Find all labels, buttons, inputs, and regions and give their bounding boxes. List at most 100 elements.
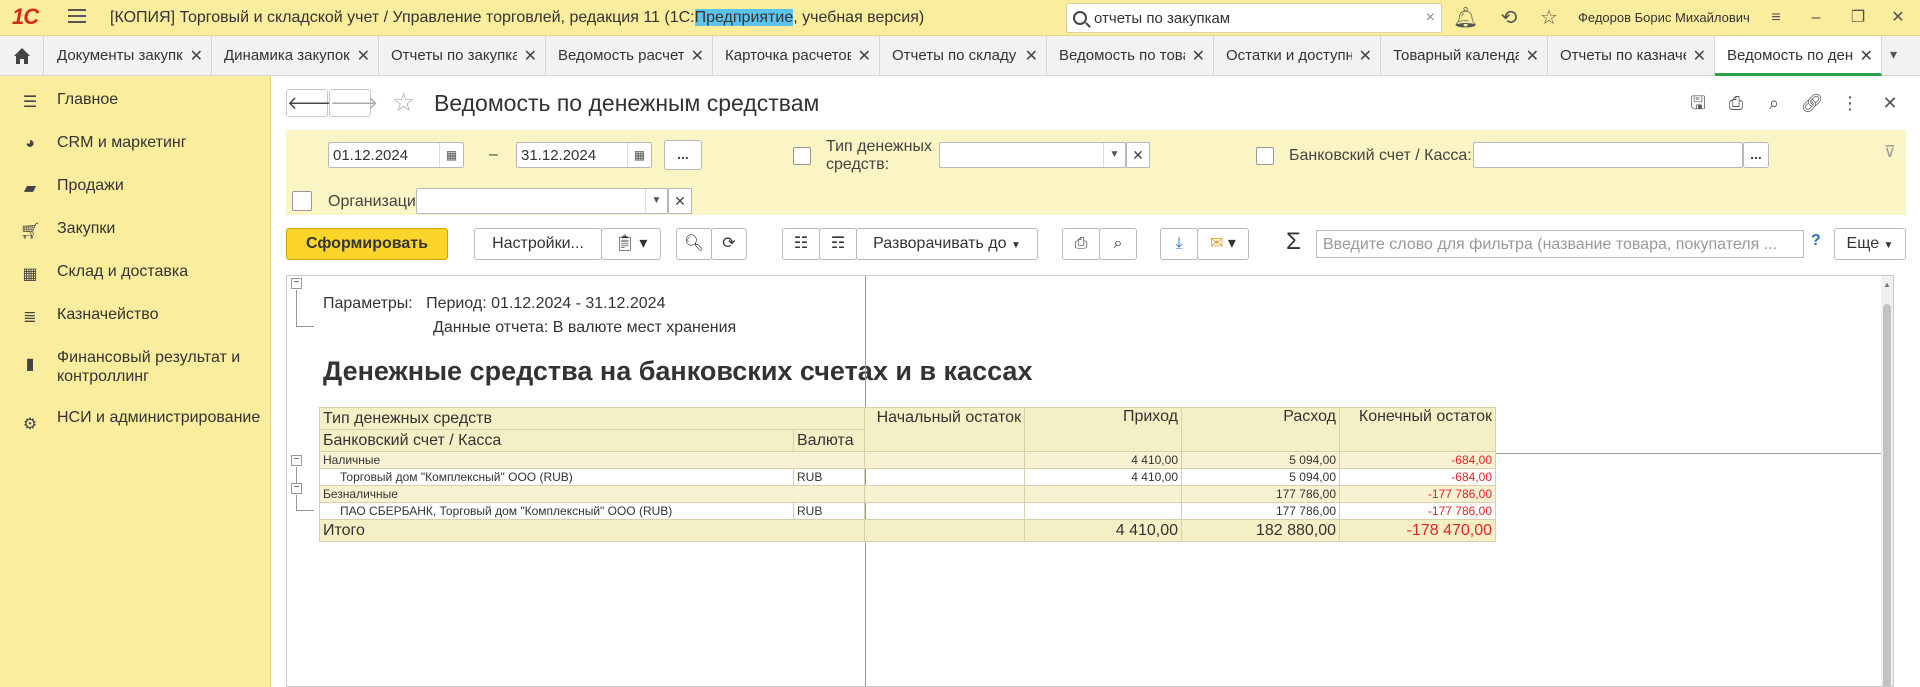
sidebar-item-sales[interactable]: ▰ Продажи: [0, 176, 271, 216]
tab-stock-availability[interactable]: Остатки и доступность✕: [1214, 36, 1381, 75]
calendar-icon[interactable]: ▦: [627, 143, 651, 167]
expand-groups-button[interactable]: ☶: [819, 228, 857, 260]
bank-account-field[interactable]: [1473, 142, 1743, 168]
report-filter-input[interactable]: Введите слово для фильтра (название това…: [1316, 230, 1804, 258]
collapse-group-icon[interactable]: −: [291, 455, 302, 466]
close-window-icon[interactable]: ✕: [1886, 6, 1910, 30]
tab-settlements[interactable]: Ведомость расчетов✕: [546, 36, 713, 75]
clear-search-icon[interactable]: ×: [1426, 9, 1435, 27]
close-tab-icon[interactable]: ✕: [1359, 46, 1372, 66]
table-row[interactable]: Наличные 4 410,00 5 094,00 -684,00: [319, 451, 1496, 469]
tab-purchase-reports[interactable]: Отчеты по закупкам ✕: [379, 36, 546, 75]
app-logo: 1С: [12, 4, 39, 29]
preview-icon[interactable]: ⌕: [1761, 90, 1787, 116]
favorite-star-icon[interactable]: ☆: [392, 87, 415, 118]
date-to-field[interactable]: 31.12.2024 ▦: [516, 142, 652, 168]
home-tab[interactable]: [0, 36, 44, 75]
tab-settlement-card[interactable]: Карточка расчетов ✕: [713, 36, 880, 75]
sidebar-item-admin[interactable]: ⚙ НСИ и администрирование: [0, 408, 271, 452]
tab-cash-statement[interactable]: Ведомость по денежным средствам✕: [1715, 36, 1882, 76]
date-from-field[interactable]: 01.12.2024 ▦: [328, 142, 464, 168]
close-tab-icon[interactable]: ✕: [1693, 46, 1706, 66]
close-tab-icon[interactable]: ✕: [1025, 46, 1038, 66]
sidebar-item-main[interactable]: ☰ Главное: [0, 90, 271, 130]
calendar-icon[interactable]: ▦: [439, 143, 463, 167]
expand-to-dropdown[interactable]: Разворачивать до ▼: [856, 228, 1038, 260]
bank-account-checkbox[interactable]: [1256, 147, 1274, 165]
print-icon[interactable]: ⎙: [1723, 90, 1749, 116]
period-select-button[interactable]: ...: [664, 140, 702, 170]
tab-dynamics[interactable]: Динамика закупок ✕: [212, 36, 379, 75]
close-tab-icon[interactable]: ✕: [691, 46, 704, 66]
back-button[interactable]: 🡐: [286, 89, 335, 117]
print-button[interactable]: ⎙: [1062, 228, 1100, 260]
sidebar-item-warehouse[interactable]: ▦ Склад и доставка: [0, 262, 271, 302]
menu-icon: ☰: [22, 94, 38, 111]
sidebar-item-purchases[interactable]: 🛒︎ Закупки: [0, 219, 271, 259]
close-tab-icon[interactable]: ✕: [1192, 46, 1205, 66]
forward-button[interactable]: 🡒: [329, 89, 378, 117]
tab-warehouse-reports[interactable]: Отчеты по складу ✕: [880, 36, 1047, 75]
variants-button[interactable]: 📋︎ ▾: [601, 228, 661, 260]
tab-documents[interactable]: Документы закупки ✕: [45, 36, 212, 75]
link-icon[interactable]: 🔗︎: [1799, 90, 1825, 116]
more-vertical-icon[interactable]: ⋮: [1837, 90, 1863, 116]
settings-menu-icon[interactable]: ≡: [1764, 6, 1788, 30]
close-tab-icon[interactable]: ✕: [858, 46, 871, 66]
sidebar-item-finance[interactable]: ▮ Финансовый результат и контроллинг: [0, 348, 271, 392]
bell-icon[interactable]: 🔔︎: [1453, 6, 1478, 30]
settings-button[interactable]: Настройки...: [474, 228, 602, 260]
close-tab-icon[interactable]: ✕: [1526, 46, 1539, 66]
global-search-input[interactable]: отчеты по закупкам ×: [1066, 3, 1442, 33]
tab-goods-calendar[interactable]: Товарный календарь✕: [1381, 36, 1548, 75]
close-form-icon[interactable]: ✕: [1877, 90, 1903, 116]
print-preview-button[interactable]: ⌕: [1099, 228, 1137, 260]
sidebar-item-treasury[interactable]: ≣ Казначейство: [0, 305, 271, 345]
filter-icon[interactable]: ⊽: [1884, 144, 1896, 162]
organization-clear-button[interactable]: ✕: [668, 188, 692, 214]
close-tab-icon[interactable]: ✕: [524, 46, 537, 66]
scroll-up-icon[interactable]: ▲: [1883, 280, 1891, 289]
collapse-group-icon[interactable]: −: [291, 483, 302, 494]
tab-goods-statement[interactable]: Ведомость по товарам✕: [1047, 36, 1214, 75]
cash-type-field[interactable]: ▼: [939, 142, 1126, 168]
more-button[interactable]: Еще ▼: [1834, 228, 1906, 260]
user-name[interactable]: Федоров Борис Михайлович: [1578, 10, 1750, 25]
tabs-more-chevron-icon[interactable]: ▾: [1890, 46, 1897, 63]
download-button[interactable]: ⤓: [1160, 228, 1198, 260]
cash-type-checkbox[interactable]: [793, 147, 811, 165]
bank-account-select-button[interactable]: ...: [1743, 142, 1769, 168]
table-row[interactable]: ПАО СБЕРБАНК, Торговый дом "Комплексный"…: [319, 502, 1496, 520]
sidebar-item-crm[interactable]: ◕ CRM и маркетинг: [0, 133, 271, 173]
search-button[interactable]: 🔍︎: [676, 228, 712, 260]
sum-icon[interactable]: Σ: [1286, 228, 1301, 256]
organization-field[interactable]: ▼: [416, 188, 668, 214]
list-expand-icon: ☶: [830, 235, 846, 252]
search-settings-button[interactable]: ⟳: [711, 228, 747, 260]
collapse-groups-button[interactable]: ☷: [782, 228, 820, 260]
cash-type-clear-button[interactable]: ✕: [1126, 142, 1150, 168]
table-row[interactable]: Безналичные 177 786,00 -177 786,00: [319, 485, 1496, 503]
vertical-scrollbar[interactable]: ▲: [1881, 276, 1893, 686]
table-row[interactable]: Торговый дом "Комплексный" ООО (RUB) RUB…: [319, 468, 1496, 486]
close-tab-icon[interactable]: ✕: [1860, 46, 1873, 66]
close-tab-icon[interactable]: ✕: [357, 46, 370, 66]
scrollbar-thumb[interactable]: [1883, 304, 1891, 686]
restore-icon[interactable]: ❐: [1846, 6, 1870, 30]
tab-treasury-reports[interactable]: Отчеты по казначейству✕: [1548, 36, 1715, 75]
favorites-star-icon[interactable]: ☆: [1537, 6, 1561, 30]
chevron-down-icon[interactable]: ▼: [1103, 143, 1125, 167]
main-menu-icon[interactable]: [68, 9, 86, 27]
collapse-params-icon[interactable]: −: [291, 278, 302, 289]
generate-button[interactable]: Сформировать: [286, 228, 448, 260]
total-row[interactable]: Итого 4 410,00 182 880,00 -178 470,00: [319, 519, 1496, 542]
save-icon[interactable]: 🖫: [1685, 90, 1711, 116]
help-icon[interactable]: ?: [1811, 232, 1821, 250]
report-document[interactable]: − Параметры: Период: 01.12.2024 - 31.12.…: [286, 275, 1894, 687]
chevron-down-icon[interactable]: ▼: [645, 189, 667, 213]
close-tab-icon[interactable]: ✕: [190, 46, 203, 66]
history-icon[interactable]: ⟲: [1497, 6, 1521, 30]
send-email-button[interactable]: ✉ ▾: [1197, 228, 1249, 260]
minimize-icon[interactable]: –: [1804, 6, 1828, 30]
organization-checkbox[interactable]: [292, 191, 312, 211]
